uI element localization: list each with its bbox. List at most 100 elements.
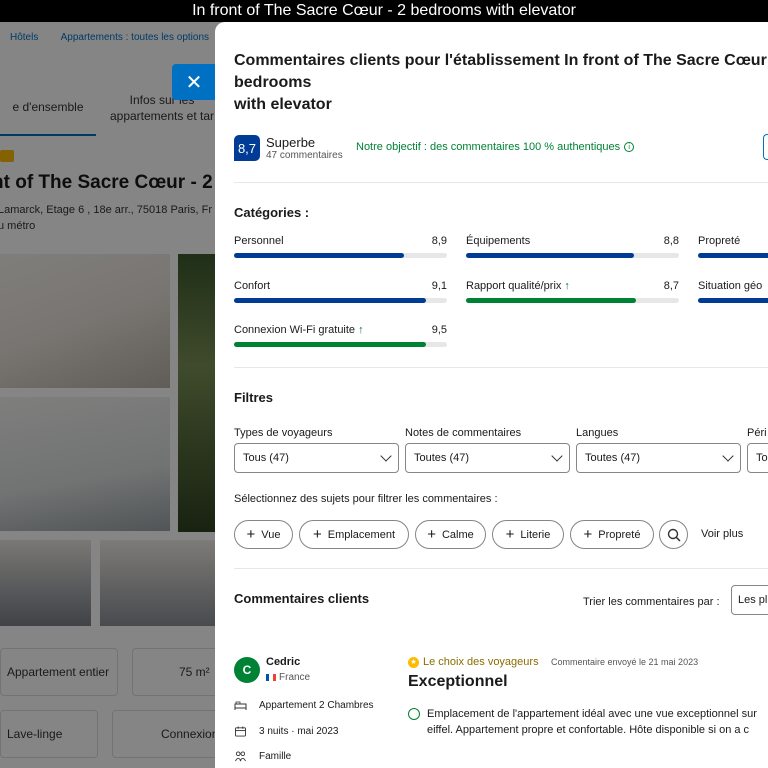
authenticity-text: Notre objectif : des commentaires 100 % … <box>356 141 621 153</box>
calendar-icon <box>235 726 246 737</box>
category-bar-fill <box>466 253 635 258</box>
period-select[interactable]: To <box>747 443 768 473</box>
filter-language: Langues Toutes (47) <box>576 427 741 473</box>
chip-emplacement[interactable]: + Emplacement <box>299 520 409 549</box>
category-bar-fill <box>698 253 768 258</box>
category-bar <box>698 298 768 303</box>
search-subject-button[interactable] <box>659 520 688 549</box>
category-confort: Confort 9,1 <box>234 280 447 303</box>
language-select[interactable]: Toutes (47) <box>576 443 741 473</box>
divider <box>234 182 768 183</box>
see-more-link[interactable]: Voir plus <box>701 528 743 540</box>
divider <box>234 568 768 569</box>
category-wifi: Connexion Wi-Fi gratuite ↑ 9,5 <box>234 324 447 347</box>
category-label: Connexion Wi-Fi gratuite ↑ <box>234 324 364 336</box>
category-bar <box>234 342 447 347</box>
traveler-type-select[interactable]: Tous (47) <box>234 443 399 473</box>
country-label: France <box>279 672 311 683</box>
category-bar-fill <box>234 342 426 347</box>
chip-vue[interactable]: + Vue <box>234 520 293 549</box>
category-score: 9,5 <box>431 324 447 336</box>
avatar: C <box>234 657 260 683</box>
review-stay: 3 nuits · mai 2023 <box>234 726 339 737</box>
chip-calme[interactable]: + Calme <box>415 520 486 549</box>
category-score: 8,8 <box>663 235 679 247</box>
category-bar-fill <box>234 253 405 258</box>
category-bar <box>234 298 447 303</box>
select-value: Tous (47) <box>243 452 289 464</box>
category-value: Rapport qualité/prix ↑ 8,7 <box>466 280 679 303</box>
reviews-heading: Commentaires clients <box>234 591 370 606</box>
filter-label: Péri <box>747 427 767 439</box>
arrow-up-icon: ↑ <box>564 280 570 292</box>
category-bar-fill <box>698 298 768 303</box>
filter-label: Notes de commentaires <box>405 427 522 439</box>
review-room: Appartement 2 Chambres <box>234 700 374 711</box>
sort-label: Trier les commentaires par : <box>583 596 720 608</box>
category-score: 8,7 <box>663 280 679 292</box>
authenticity-note[interactable]: Notre objectif : des commentaires 100 % … <box>356 141 635 153</box>
sort-value: Les pl <box>738 594 768 606</box>
review-traveler: Famille <box>234 751 291 762</box>
window-caption: In front of The Sacre Cœur - 2 bedrooms … <box>0 0 768 22</box>
score-badge: 8,7 <box>234 135 260 161</box>
chip-label: Vue <box>261 528 281 541</box>
plus-icon: + <box>583 526 593 543</box>
stay-info: 3 nuits · mai 2023 <box>259 726 339 737</box>
filter-label: Types de voyageurs <box>234 427 333 439</box>
chip-literie[interactable]: + Literie <box>492 520 564 549</box>
categories-heading: Catégories : <box>234 205 310 220</box>
family-icon <box>235 751 246 762</box>
category-score: 9,1 <box>431 280 447 292</box>
review-positive-text: Emplacement de l'appartement idéal avec … <box>427 708 757 736</box>
reviewer-name: Cedric <box>266 656 301 668</box>
info-icon[interactable]: i <box>624 142 635 152</box>
reviewer-country: France <box>266 672 310 683</box>
category-bar <box>466 253 679 258</box>
positive-smile-icon <box>408 708 420 720</box>
chevron-down-icon <box>380 450 392 462</box>
arrow-up-icon: ↑ <box>358 324 364 336</box>
category-location: Situation géo <box>698 280 768 303</box>
search-icon <box>667 528 681 542</box>
star-badge-icon: ★ <box>408 656 419 668</box>
category-equipements: Équipements 8,8 <box>466 235 679 258</box>
write-review-button[interactable] <box>763 134 768 160</box>
score-word: Superbe <box>266 135 316 150</box>
travelers-choice-badge: ★ Le choix des voyageurs <box>408 656 539 668</box>
category-label: Propreté <box>698 235 741 247</box>
panel-title: Commentaires clients pour l'établissemen… <box>234 52 767 113</box>
category-label: Personnel <box>234 235 284 247</box>
divider <box>234 367 768 368</box>
chip-proprete[interactable]: + Propreté <box>570 520 654 549</box>
review-score-select[interactable]: Toutes (47) <box>405 443 570 473</box>
reviews-panel: Commentaires clients pour l'établissemen… <box>215 22 768 768</box>
category-label-text: Rapport qualité/prix <box>466 280 562 292</box>
category-bar-fill <box>234 298 426 303</box>
select-value: Toutes (47) <box>585 452 641 464</box>
chevron-down-icon <box>722 450 734 462</box>
category-label: Confort <box>234 280 271 292</box>
chip-label: Emplacement <box>327 528 396 541</box>
select-value: Toutes (47) <box>414 452 470 464</box>
subjects-hint: Sélectionnez des sujets pour filtrer les… <box>234 493 498 505</box>
room-type: Appartement 2 Chambres <box>259 700 374 711</box>
category-bar-fill <box>466 298 637 303</box>
filter-review-score: Notes de commentaires Toutes (47) <box>405 427 570 473</box>
close-icon: ✕ <box>185 71 203 94</box>
sort-select[interactable]: Les pl <box>731 585 768 615</box>
plus-icon: + <box>246 526 256 543</box>
review-title: Exceptionnel <box>408 673 508 690</box>
category-bar <box>698 253 768 258</box>
select-value: To <box>756 452 768 464</box>
close-modal-button[interactable]: ✕ <box>172 64 216 100</box>
review-date: Commentaire envoyé le 21 mai 2023 <box>551 657 699 667</box>
filter-traveler-type: Types de voyageurs Tous (47) <box>234 427 399 473</box>
category-label: Rapport qualité/prix ↑ <box>466 280 570 292</box>
chevron-down-icon <box>551 450 563 462</box>
review-count: 47 commentaires <box>266 150 343 161</box>
filter-period: Péri To <box>747 427 768 473</box>
category-bar <box>466 298 679 303</box>
category-score: 8,9 <box>431 235 447 247</box>
plus-icon: + <box>427 526 436 543</box>
